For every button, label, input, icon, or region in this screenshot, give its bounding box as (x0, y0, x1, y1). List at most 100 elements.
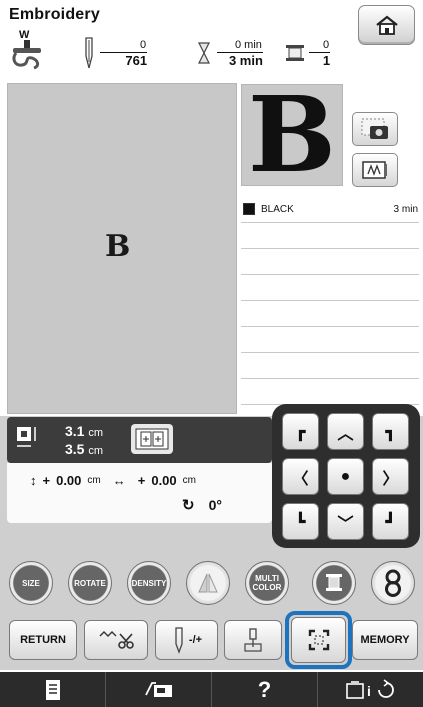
thread-cut-button[interactable] (84, 620, 148, 660)
needle-position-button[interactable]: -/+ (155, 620, 218, 660)
machine-icon (144, 681, 172, 697)
stitch-view-icon (362, 161, 387, 179)
move-up-button[interactable]: ︿ (327, 413, 364, 450)
thread-spool-icon (286, 45, 304, 61)
size-button-label: SIZE (22, 578, 40, 588)
stitch-current: 0 (100, 39, 148, 53)
thread-color-button[interactable] (312, 561, 356, 605)
needle-point-icon (244, 628, 262, 652)
bottom-machine-button[interactable] (106, 672, 212, 707)
thread-color-time: 3 min (393, 203, 418, 215)
vertical-offset-icon: ↕ (30, 473, 37, 488)
repeat-border-button[interactable] (371, 561, 415, 605)
hoop-size-button[interactable] (131, 424, 173, 454)
color-count: 0 1 (285, 33, 331, 73)
thread-color-name: BLACK (261, 203, 294, 215)
memory-button-label: MEMORY (360, 634, 410, 646)
color-list-divider (241, 378, 419, 379)
rotate-button-label: ROTATE (74, 578, 106, 588)
chevron-left-icon: 〈 (292, 470, 309, 488)
position-info-panel: ↕ + 0.00 cm ↔ + 0.00 cm ↻ 0° (7, 463, 272, 523)
mirror-icon (198, 573, 218, 593)
color-list-divider (241, 326, 419, 327)
pattern-width: 3.1 cm (65, 423, 104, 439)
bottom-help-button[interactable]: ? (212, 672, 318, 707)
hourglass-icon (198, 42, 210, 64)
move-up-right-button[interactable]: ┓ (372, 413, 409, 450)
density-button[interactable]: DENSITY (127, 561, 171, 605)
size-dimension-icon (17, 427, 36, 447)
home-button[interactable] (358, 5, 415, 45)
preview-letter: B (105, 229, 131, 264)
home-icon (375, 15, 398, 35)
color-list-divider (241, 248, 419, 249)
color-list-divider (241, 274, 419, 275)
figure-eight-icon (385, 569, 401, 597)
needle-icon (85, 37, 93, 69)
color-list-divider (241, 222, 419, 223)
needle-plus-minus-label: -/+ (188, 634, 203, 646)
chevron-down-icon: ﹀ (337, 515, 354, 533)
presser-foot-indicator: W (10, 29, 44, 70)
bottom-document-button[interactable] (0, 672, 106, 707)
move-right-button[interactable]: 〉 (372, 458, 409, 495)
horizontal-offset: 0.00 (151, 473, 177, 488)
stitch-total: 761 (125, 52, 148, 68)
color-current: 0 (309, 39, 331, 53)
color-list-divider (241, 352, 419, 353)
density-button-label: DENSITY (131, 578, 167, 588)
screen-title: Embroidery (9, 6, 100, 23)
presser-foot-icon (12, 40, 41, 70)
stitch-preview-button[interactable] (352, 153, 398, 187)
chevron-right-icon: 〉 (382, 470, 399, 488)
corner-up-right-icon: ┓ (385, 423, 396, 441)
multi-color-button[interactable]: MULTI COLOR (245, 561, 289, 605)
pattern-thumbnail: B (241, 73, 343, 196)
corner-up-left-icon: ┏ (295, 423, 306, 441)
time-current: 0 min (217, 39, 263, 53)
rotation-value: 0° (208, 497, 222, 513)
move-down-right-button[interactable]: ┛ (372, 503, 409, 540)
svg-text:i: i (367, 683, 371, 699)
size-info-panel: 3.1 cm 3.5 cm (7, 417, 272, 463)
trial-button[interactable] (224, 620, 282, 660)
embroidery-preview-area: B (7, 83, 237, 414)
rotation-icon: ↻ (182, 497, 195, 514)
chevron-up-icon: ︿ (337, 425, 354, 443)
hoop-size-icon (135, 428, 169, 450)
needle-icon (175, 627, 183, 654)
document-icon (45, 679, 60, 700)
scissors-icon (99, 631, 134, 649)
thumbnail-letter: B (248, 73, 336, 196)
memory-button[interactable]: MEMORY (352, 620, 418, 660)
camera-icon (361, 118, 388, 139)
move-pattern-pad: ┏ ︿ ┓ 〈 ● 〉 ┗ ﹀ ┛ (272, 404, 420, 548)
center-dot-icon: ● (340, 467, 351, 485)
horizontal-offset-icon: ↔ (112, 473, 126, 488)
move-up-left-button[interactable]: ┏ (282, 413, 319, 450)
time-total: 3 min (228, 52, 263, 68)
color-list-item[interactable]: BLACK 3 min (243, 203, 418, 215)
mirror-button[interactable] (186, 561, 230, 605)
stitch-count: 0 761 (82, 33, 148, 73)
spool-icon (326, 574, 342, 591)
sewing-time: 0 min 3 min (197, 33, 263, 73)
size-button[interactable]: SIZE (9, 561, 53, 605)
settings-info-icon: i (345, 678, 394, 699)
return-button-label: RETURN (20, 634, 66, 646)
help-icon: ? (257, 676, 272, 702)
embroidery-area-button[interactable] (291, 617, 346, 663)
thread-color-swatch (243, 203, 255, 215)
move-down-left-button[interactable]: ┗ (282, 503, 319, 540)
pattern-height: 3.5 cm (65, 441, 104, 457)
center-button[interactable]: ● (327, 458, 364, 495)
rotate-button[interactable]: ROTATE (68, 561, 112, 605)
color-list-divider (241, 300, 419, 301)
corner-down-left-icon: ┗ (295, 513, 306, 531)
multi-color-label: MULTI COLOR (252, 574, 282, 592)
move-left-button[interactable]: 〈 (282, 458, 319, 495)
move-down-button[interactable]: ﹀ (327, 503, 364, 540)
bottom-settings-button[interactable]: i (318, 672, 423, 707)
return-button[interactable]: RETURN (9, 620, 77, 660)
camera-scan-button[interactable] (352, 112, 398, 146)
